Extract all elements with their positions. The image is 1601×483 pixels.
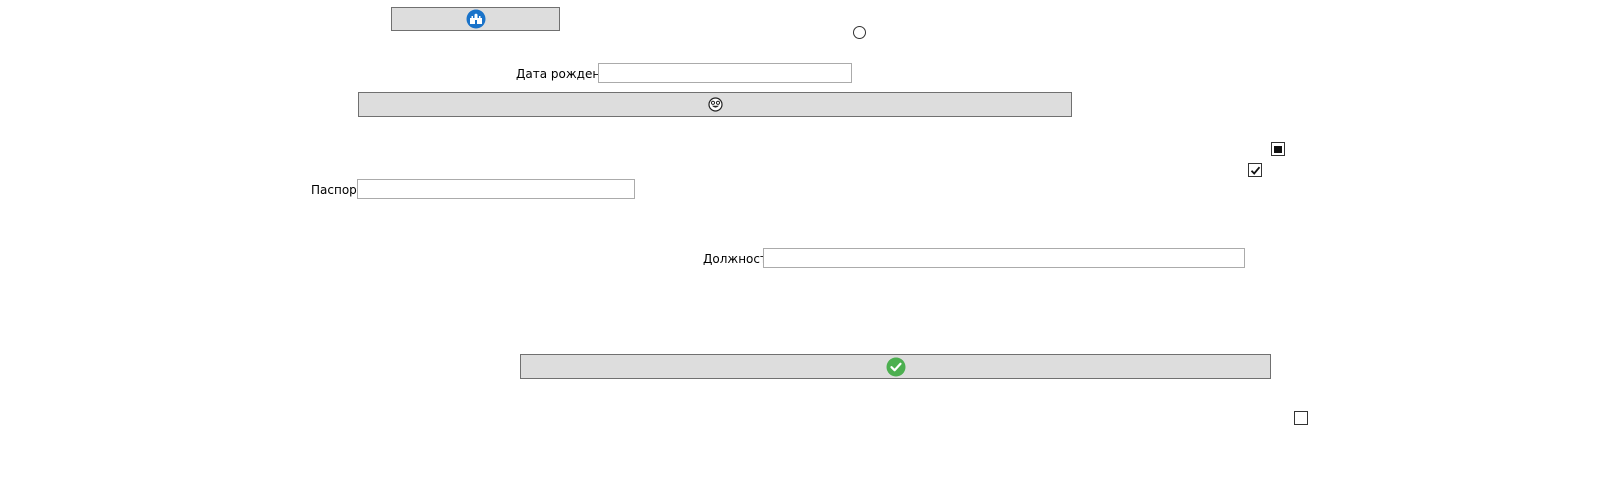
position-field[interactable]	[763, 248, 1245, 268]
middle-icon-button[interactable]	[358, 92, 1072, 117]
indeterminate-mark-icon	[1274, 145, 1282, 153]
top-icon-button[interactable]	[391, 7, 560, 31]
unchecked-checkbox[interactable]	[1294, 411, 1308, 425]
indeterminate-checkbox[interactable]	[1271, 142, 1285, 156]
smiley-face-icon	[707, 97, 723, 112]
birth-date-field[interactable]	[598, 63, 852, 83]
checked-checkbox[interactable]	[1248, 163, 1262, 177]
passport-field[interactable]	[357, 179, 635, 199]
confirm-button[interactable]	[520, 354, 1271, 379]
check-circle-icon	[886, 357, 906, 377]
checkmark-icon	[1250, 165, 1261, 176]
passport-label: Паспорт	[311, 183, 364, 197]
option-radio[interactable]	[853, 26, 866, 39]
castle-badge-icon	[466, 9, 486, 29]
